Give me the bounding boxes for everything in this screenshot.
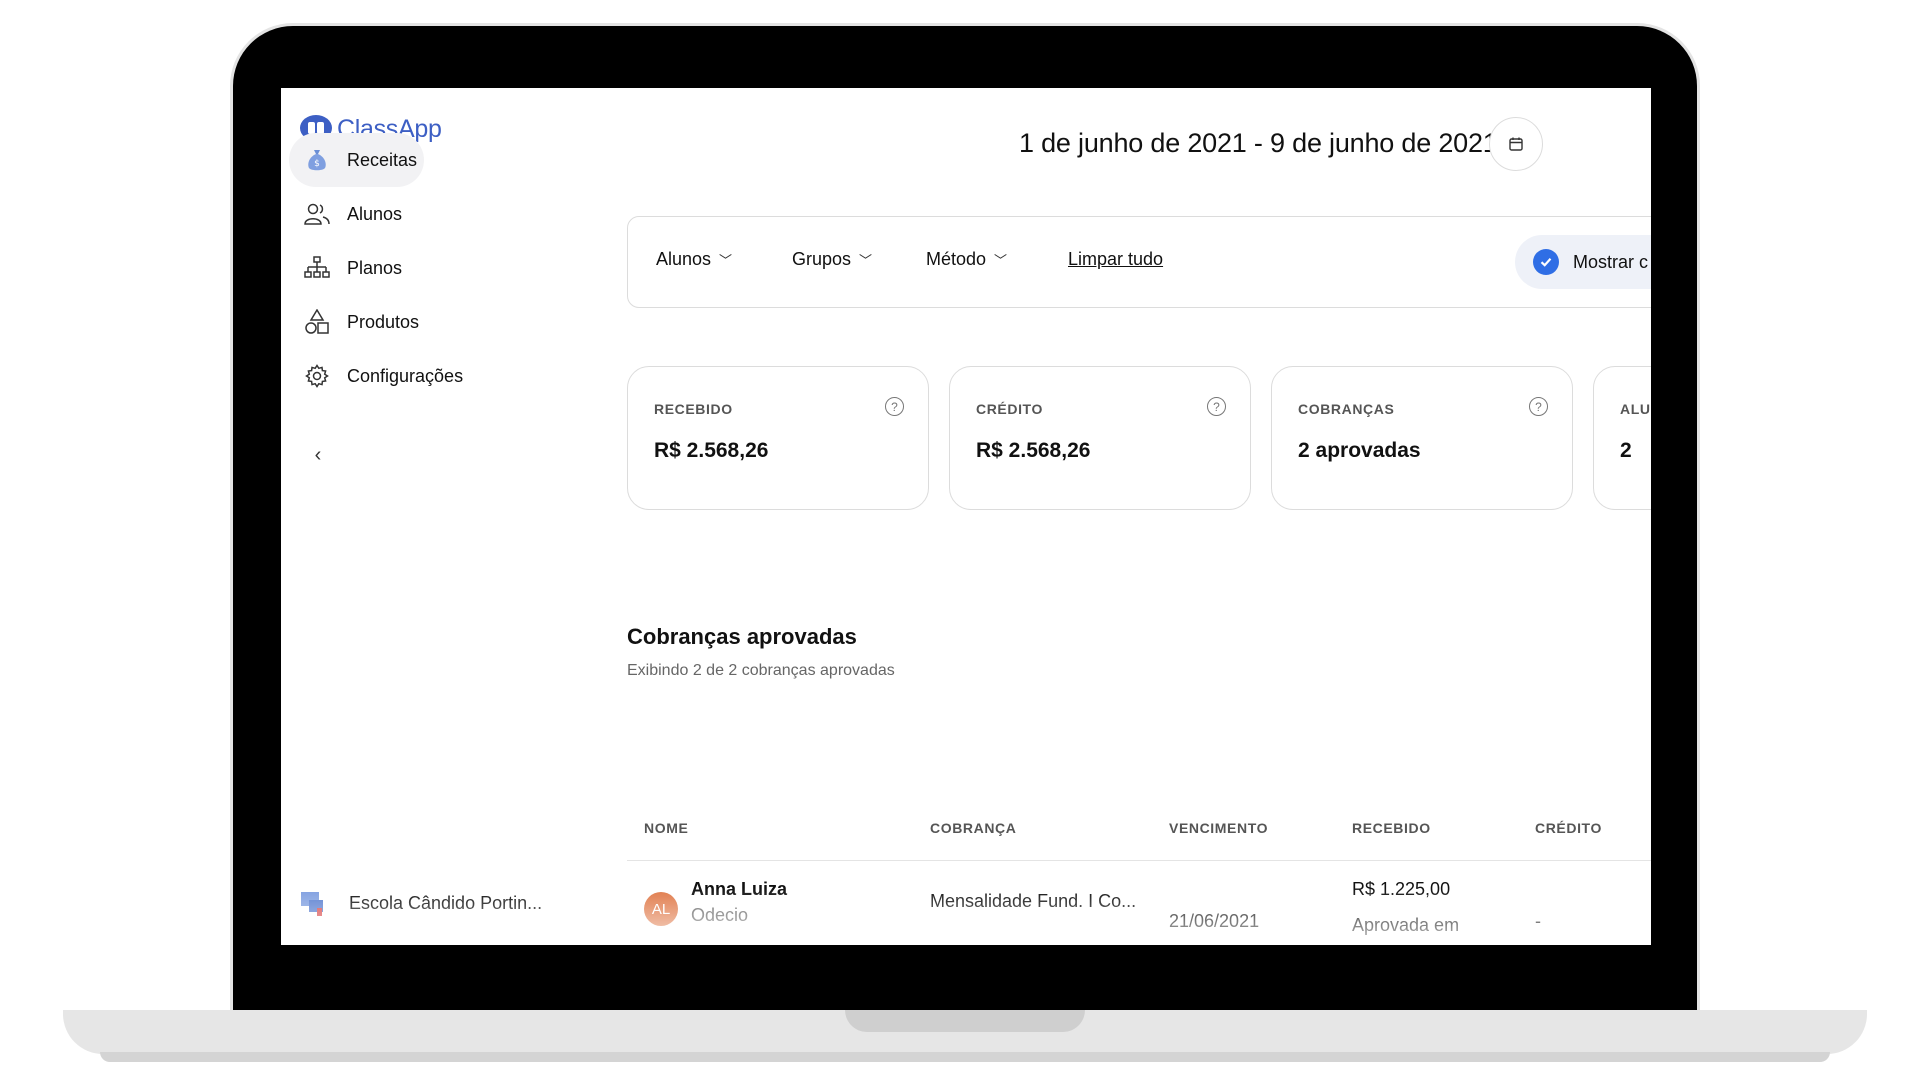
- card-label: CRÉDITO: [976, 401, 1043, 417]
- section-subtitle: Exibindo 2 de 2 cobranças aprovadas: [627, 662, 895, 679]
- card-label: ALUI: [1620, 401, 1651, 417]
- sidebar-item-label: Produtos: [347, 311, 420, 332]
- card-value: R$ 2.568,26: [976, 439, 1091, 462]
- shapes-icon: [303, 308, 331, 336]
- filter-label: Alunos: [656, 249, 712, 269]
- sidebar-item-alunos[interactable]: Alunos: [289, 187, 544, 241]
- help-icon[interactable]: ?: [885, 397, 904, 416]
- money-bag-icon: $: [303, 146, 331, 174]
- card-value: R$ 2.568,26: [654, 439, 769, 462]
- guardian-name: Odecio: [691, 905, 749, 925]
- card-label: RECEBIDO: [654, 401, 733, 417]
- laptop-base-shadow: [100, 1052, 1830, 1062]
- chevron-down-icon: ﹀: [719, 253, 733, 268]
- users-icon: [303, 200, 331, 228]
- school-name: Escola Cândido Portin...: [349, 892, 543, 913]
- calendar-icon: [1509, 137, 1523, 151]
- sidebar-item-receitas[interactable]: $ Receitas: [289, 133, 424, 187]
- help-icon[interactable]: ?: [1529, 397, 1548, 416]
- chevron-left-icon: ‹: [314, 443, 322, 466]
- charge-name: Mensalidade Fund. I Co...: [930, 891, 1137, 911]
- sidebar-item-label: Alunos: [347, 203, 403, 224]
- filter-label: Grupos: [792, 249, 852, 269]
- gear-icon: [303, 362, 331, 390]
- filter-bar: Alunos ﹀ Grupos ﹀ Método ﹀ Limpar tudo M…: [627, 216, 1651, 308]
- card-value: 2: [1620, 439, 1632, 462]
- svg-text:$: $: [314, 159, 320, 169]
- due-date: 21/06/2021: [1169, 911, 1260, 931]
- sidebar-item-planos[interactable]: Planos: [289, 241, 544, 295]
- summary-card-credito: CRÉDITO ? R$ 2.568,26: [949, 366, 1251, 510]
- filter-grupos-dropdown[interactable]: Grupos ﹀: [792, 249, 872, 270]
- avatar: AL: [644, 892, 678, 926]
- school-logo-icon: [301, 892, 323, 916]
- sidebar-item-label: Configurações: [347, 365, 464, 386]
- check-icon: [1533, 249, 1559, 275]
- card-label: COBRANÇAS: [1298, 401, 1395, 417]
- school-selector[interactable]: Escola Cândido Portin...: [299, 888, 542, 918]
- date-range-label: 1 de junho de 2021 - 9 de junho de 2021: [1019, 128, 1498, 158]
- table-header: NOME COBRANÇA VENCIMENTO RECEBIDO CRÉDIT…: [627, 820, 1651, 861]
- column-header-vencimento[interactable]: VENCIMENTO: [1169, 820, 1268, 836]
- app-screen: ClassApp $ Receitas Alunos Planos Produt…: [281, 88, 1651, 945]
- filter-metodo-dropdown[interactable]: Método ﹀: [926, 249, 1007, 270]
- column-header-recebido[interactable]: RECEBIDO: [1352, 820, 1431, 836]
- summary-card-recebido: RECEBIDO ? R$ 2.568,26: [627, 366, 929, 510]
- chevron-down-icon: ﹀: [859, 253, 873, 268]
- sidebar-item-label: Planos: [347, 257, 403, 278]
- chevron-down-icon: ﹀: [994, 253, 1008, 268]
- sidebar-item-configuracoes[interactable]: Configurações: [289, 349, 544, 403]
- credit-amount: -: [1535, 911, 1541, 931]
- sidebar-item-produtos[interactable]: Produtos: [289, 295, 544, 349]
- summary-card-cobrancas: COBRANÇAS ? 2 aprovadas: [1271, 366, 1573, 510]
- laptop-notch: [845, 1010, 1085, 1032]
- clear-all-link[interactable]: Limpar tudo: [1068, 249, 1163, 270]
- filter-alunos-dropdown[interactable]: Alunos ﹀: [656, 249, 732, 270]
- student-name: Anna Luiza: [691, 879, 788, 899]
- received-amount: R$ 1.225,00: [1352, 879, 1451, 899]
- help-icon[interactable]: ?: [1207, 397, 1226, 416]
- hierarchy-icon: [303, 254, 331, 282]
- show-toggle-label: Mostrar c: [1573, 251, 1649, 272]
- received-status: Aprovada em: [1352, 915, 1460, 935]
- column-header-nome[interactable]: NOME: [644, 820, 688, 836]
- table-row[interactable]: AL Anna Luiza Odecio Mensalidade Fund. I…: [627, 861, 1651, 945]
- column-header-credito[interactable]: CRÉDITO: [1535, 820, 1602, 836]
- calendar-button[interactable]: [1489, 117, 1543, 171]
- card-value: 2 aprovadas: [1298, 439, 1421, 462]
- column-header-cobranca[interactable]: COBRANÇA: [930, 820, 1016, 836]
- show-toggle[interactable]: Mostrar c: [1515, 235, 1651, 289]
- sidebar-item-label: Receitas: [347, 149, 418, 170]
- section-title: Cobranças aprovadas: [627, 624, 857, 649]
- filter-label: Método: [926, 249, 987, 269]
- collapse-sidebar-button[interactable]: ‹: [305, 442, 331, 468]
- summary-card-alunos: ALUI 2: [1593, 366, 1651, 510]
- sidebar: ClassApp $ Receitas Alunos Planos Produt…: [281, 88, 581, 945]
